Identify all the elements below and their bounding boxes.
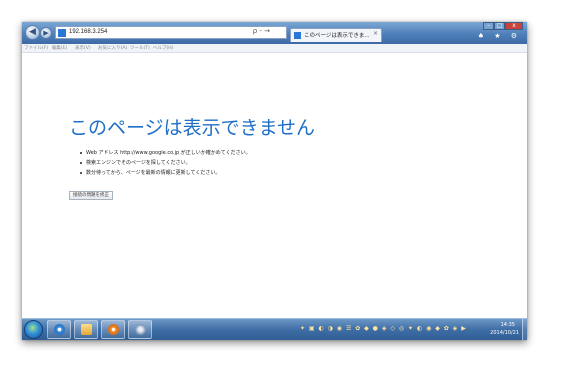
clock-time[interactable]: 14:35 — [501, 322, 515, 328]
show-desktop-button[interactable] — [522, 319, 527, 340]
tab-close-icon[interactable]: × — [373, 30, 378, 37]
screen: ◀ ▶ 192.168.3.254 ρ - → このページは表示できま... ×… — [22, 22, 527, 340]
menu-edit[interactable]: 編集(E) — [52, 45, 67, 51]
page-content: このページは表示できません Web アドレス http://www.google… — [22, 53, 527, 318]
forward-button[interactable]: ▶ — [40, 27, 52, 39]
browser-titlebar: ◀ ▶ 192.168.3.254 ρ - → このページは表示できま... ×… — [22, 22, 527, 44]
maximize-button[interactable]: □ — [494, 22, 505, 30]
window-controls: – □ x — [483, 22, 523, 31]
back-arrow-icon: ◀ — [29, 27, 36, 37]
media-player-icon — [108, 324, 119, 335]
menu-view[interactable]: 表示(V) — [75, 45, 91, 51]
menu-help[interactable]: ヘルプ(H) — [153, 45, 173, 51]
ie-page-icon — [294, 32, 301, 39]
internet-explorer-icon — [54, 324, 65, 335]
system-tray-icons[interactable]: ✦ ▣ ◐ ◑ ◉ ☰ ✿ ◆ ● ◈ ◇ ◎ ✦ ◐ ◉ ◆ ✿ ◈ ▶ — [300, 325, 467, 332]
forward-arrow-icon: ▶ — [43, 29, 49, 37]
close-button[interactable]: x — [505, 22, 523, 30]
list-item: Web アドレス http://www.google.co.jp が正しいか確か… — [80, 148, 251, 158]
taskbar: ✦ ▣ ◐ ◑ ◉ ☰ ✿ ◆ ● ◈ ◇ ◎ ✦ ◐ ◉ ◆ ✿ ◈ ▶ 14… — [22, 318, 527, 340]
menu-bar: ファイル(F) 編集(E) 表示(V) お気に入り(A) ツール(T) ヘルプ(… — [22, 44, 527, 53]
list-item: 検索エンジンでそのページを探してください。 — [80, 158, 251, 168]
menu-file[interactable]: ファイル(F) — [24, 45, 48, 51]
page-title: このページは表示できません — [69, 117, 316, 139]
list-item: 数分待ってから、ページを最新の情報に更新してください。 — [80, 168, 251, 178]
taskbar-internet-explorer[interactable] — [47, 320, 71, 339]
menu-tools[interactable]: ツール(T) — [130, 45, 150, 51]
address-search-icon[interactable]: ρ - → — [253, 27, 270, 35]
fix-connection-button[interactable]: 接続の問題を修正 — [69, 191, 113, 200]
menu-favorites[interactable]: お気に入り(A) — [98, 45, 127, 51]
tab-title: このページは表示できま... — [304, 33, 370, 39]
taskbar-settings[interactable] — [128, 320, 152, 339]
clock-date[interactable]: 2014/10/21 — [490, 330, 519, 336]
suggestion-list: Web アドレス http://www.google.co.jp が正しいか確か… — [80, 148, 251, 178]
back-button[interactable]: ◀ — [25, 25, 40, 40]
taskbar-file-explorer[interactable] — [74, 320, 98, 339]
taskbar-media-player[interactable] — [101, 320, 125, 339]
minimize-button[interactable]: – — [483, 22, 494, 30]
settings-icon — [135, 324, 146, 335]
file-explorer-icon — [81, 324, 92, 335]
ie-page-icon — [58, 29, 66, 37]
address-text[interactable]: 192.168.3.254 — [69, 28, 107, 37]
windows-start-icon[interactable] — [24, 320, 43, 339]
tab-current[interactable]: このページは表示できま... × — [290, 28, 382, 42]
toolbar-icons[interactable]: ♠ ★ ⚙ — [478, 32, 521, 40]
address-bar[interactable]: 192.168.3.254 ρ - → — [55, 26, 287, 39]
